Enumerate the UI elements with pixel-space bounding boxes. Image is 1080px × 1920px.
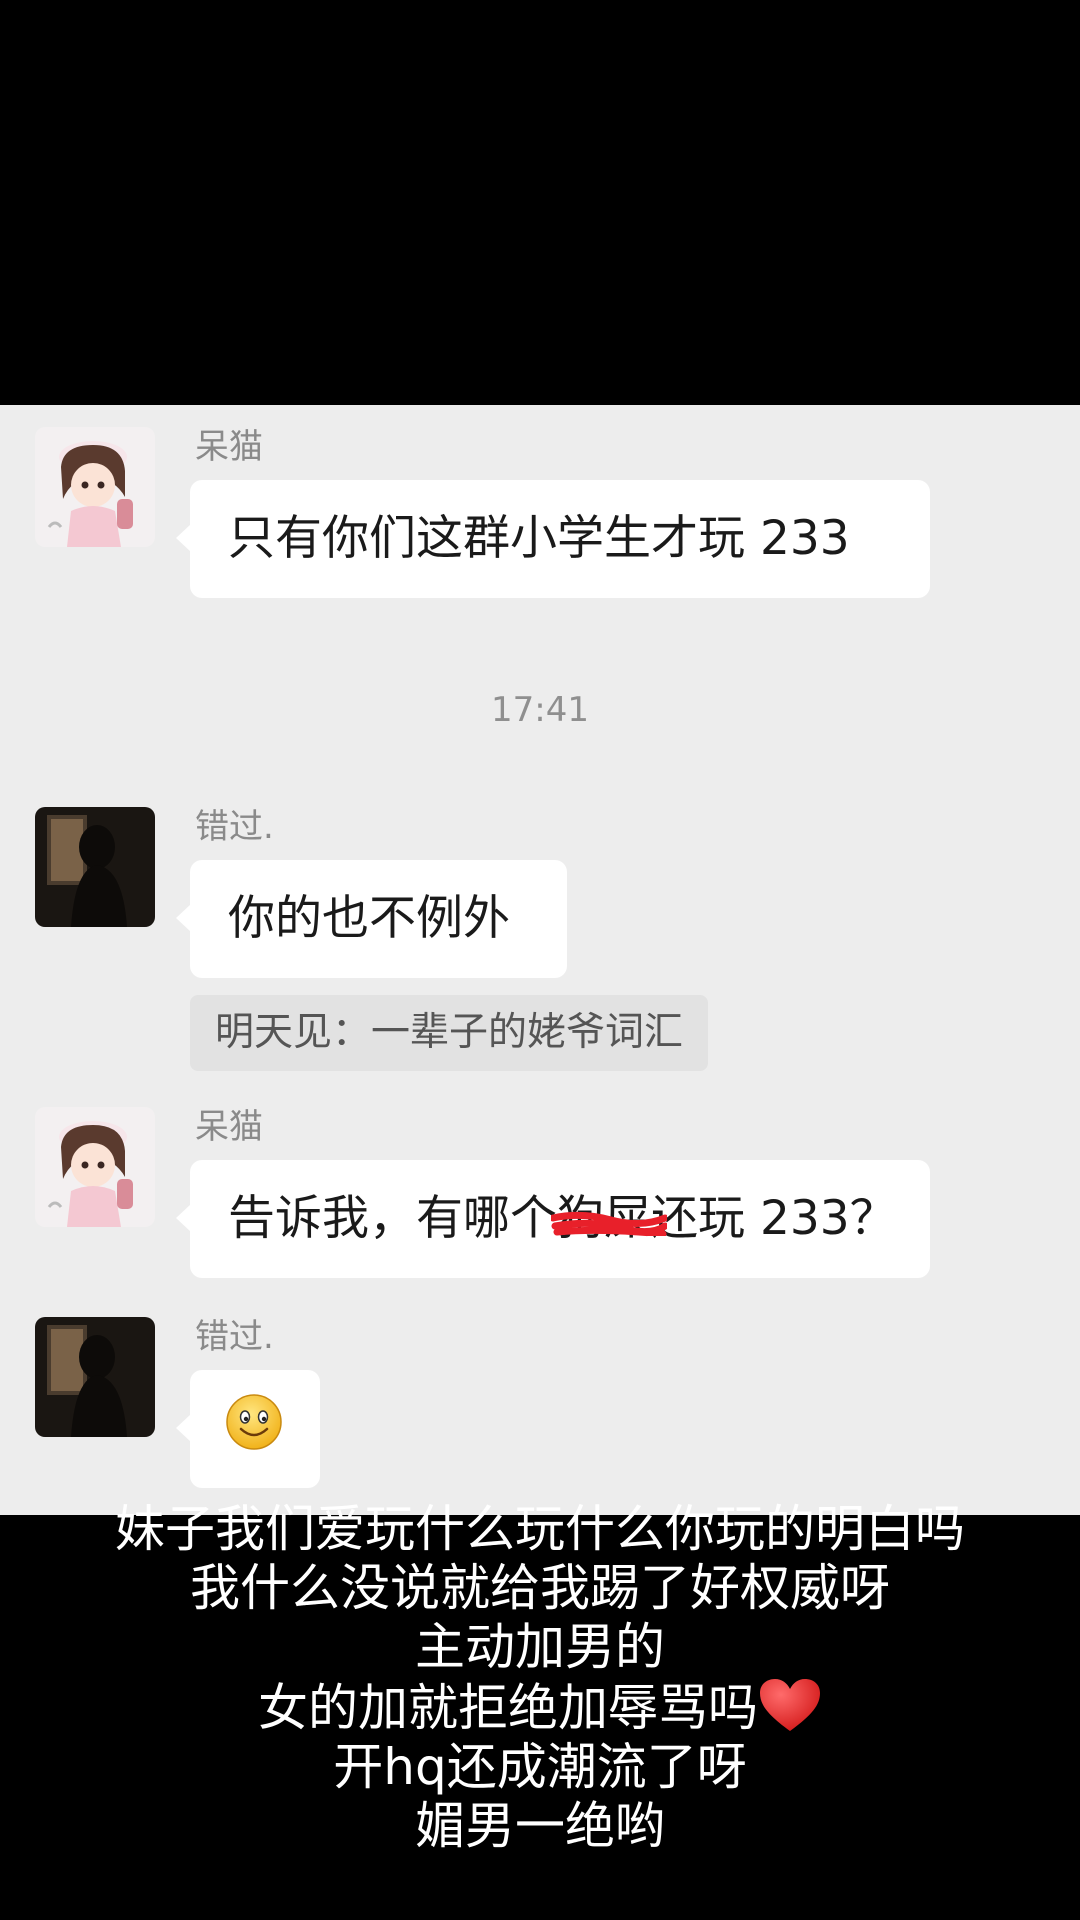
dark-silhouette-avatar-icon <box>35 807 155 927</box>
avatar-daimao[interactable] <box>35 427 155 547</box>
message-bubble[interactable] <box>176 1370 320 1488</box>
caption-line: 媚男一绝哟 <box>415 1797 665 1855</box>
red-heart-icon <box>760 1679 820 1731</box>
message-bubble[interactable]: 你的也不例外 <box>176 860 567 978</box>
redacted-word: 狗屎 <box>551 1160 667 1278</box>
red-scribble-redaction-icon <box>551 1211 667 1236</box>
message-bubble[interactable]: 只有你们这群小学生才玩 233 <box>176 480 930 598</box>
caption-line: 妹子我们爱玩什么玩什么你玩的明白吗 <box>115 1500 965 1558</box>
avatar-daimao[interactable] <box>35 1107 155 1227</box>
caption-line: 主动加男的 <box>415 1618 665 1676</box>
message-text-before: 告诉我，有哪个 <box>228 1191 557 1246</box>
timestamp: 17:41 <box>491 690 589 730</box>
sender-name: 呆猫 <box>195 1107 263 1147</box>
anime-girl-avatar-icon <box>35 427 155 547</box>
sender-name: 错过. <box>195 807 274 847</box>
smiley-emoji-icon <box>226 1394 282 1450</box>
caption-line: 女的加就拒绝加辱骂吗 <box>258 1679 758 1737</box>
avatar-cuoguo[interactable] <box>35 807 155 927</box>
sender-name: 错过. <box>195 1317 274 1357</box>
top-black-bar <box>0 0 1080 405</box>
caption-line: 我什么没说就给我踢了好权威呀 <box>190 1559 890 1617</box>
quoted-reply[interactable]: 明天见：一辈子的姥爷词汇 <box>190 995 709 1071</box>
message-text-after: 还玩 233？ <box>651 1191 897 1246</box>
anime-girl-avatar-icon <box>35 1107 155 1227</box>
sender-name: 呆猫 <box>195 427 263 467</box>
avatar-cuoguo[interactable] <box>35 1317 155 1437</box>
video-caption: 妹子我们爱玩什么玩什么你玩的明白吗 我什么没说就给我踢了好权威呀 主动加男的 女… <box>0 1500 1080 1856</box>
message-bubble[interactable]: 告诉我，有哪个狗屎 还玩 233？ <box>176 1160 930 1278</box>
caption-line: 开hq还成潮流了呀 <box>333 1738 747 1796</box>
chat-area[interactable]: 呆猫 只有你们这群小学生才玩 233 17:41 错过. 你的也不例外 明天见：… <box>0 405 1080 1515</box>
caption-line-with-heart: 女的加就拒绝加辱骂吗 <box>0 1677 1080 1738</box>
dark-silhouette-avatar-icon <box>35 1317 155 1437</box>
